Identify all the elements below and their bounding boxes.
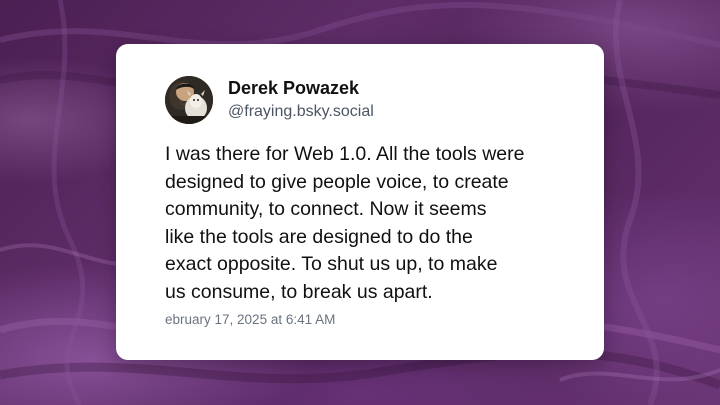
post-text: I was there for Web 1.0. All the tools w… [165,141,575,306]
post-text-line: us consume, to break us apart. [165,280,433,303]
avatar-image [165,76,213,124]
post-text-line: I was there for Web 1.0. All the tools w… [165,143,525,165]
post-text-line: designed to give people voice, to create [165,170,509,193]
author-display-name[interactable]: Derek Powazek [228,78,359,99]
avatar-photo-icon[interactable] [165,76,213,124]
post-text-line: like the tools are designed to do the [165,225,473,248]
post-text-line: community, to connect. Now it seems [165,198,487,220]
post-text-line: exact opposite. To shut us up, to make [165,253,498,275]
post-card: Derek Powazek @fraying.bsky.social I was… [116,44,604,360]
author-handle[interactable]: @fraying.bsky.social [228,103,374,121]
post-timestamp[interactable]: ebruary 17, 2025 at 6:41 AM [165,312,335,327]
